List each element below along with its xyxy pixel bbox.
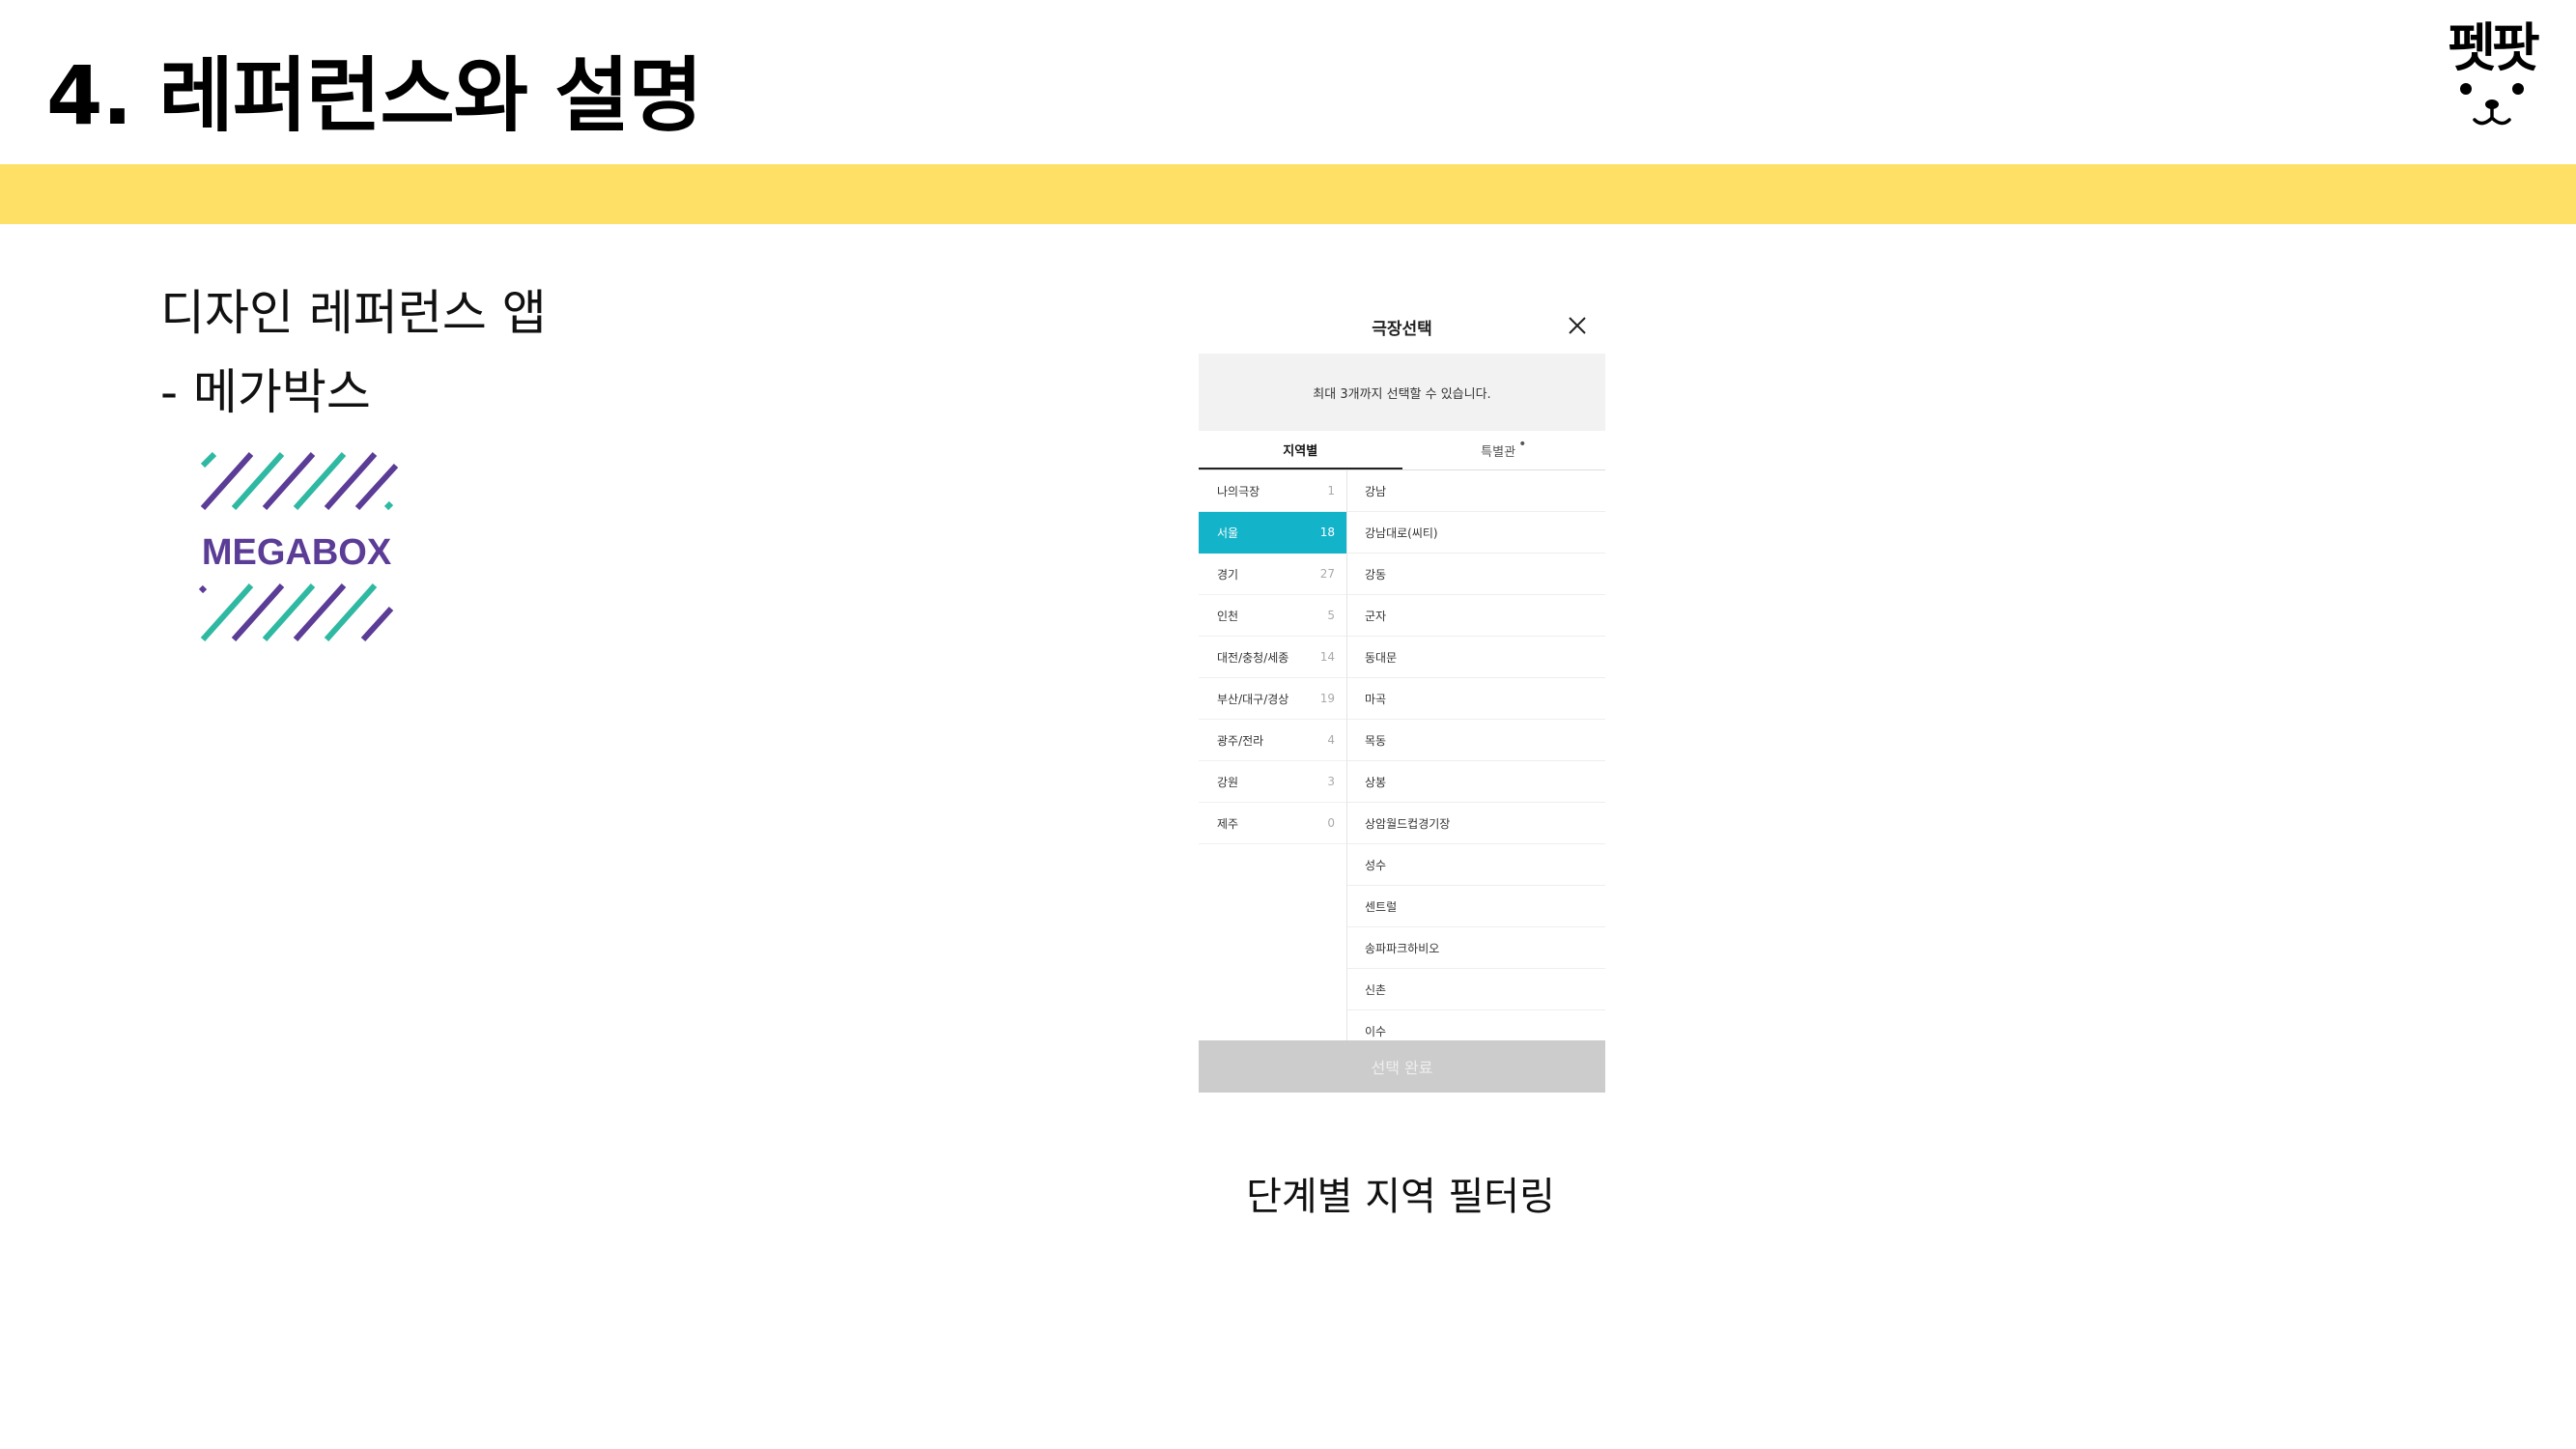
theater-item[interactable]: 마곡 [1347,678,1605,720]
reference-subtitle: - 메가박스 [160,364,371,420]
dog-face-icon [2460,83,2524,126]
region-name: 경기 [1217,567,1239,582]
theater-item[interactable]: 강남 [1347,470,1605,512]
accent-bar [0,164,2576,224]
theater-item[interactable]: 이수 [1347,1010,1605,1040]
tab-bar: 지역별 특별관 • [1199,431,1605,470]
region-name: 강원 [1217,775,1239,789]
theater-item[interactable]: 목동 [1347,720,1605,761]
region-item[interactable]: 경기 27 [1199,554,1346,595]
tab-special-label: 특별관 [1481,444,1516,460]
region-item[interactable]: 나의극장 1 [1199,470,1346,512]
region-count: 19 [1319,692,1335,705]
region-count: 0 [1327,816,1335,830]
theater-item[interactable]: 상봉 [1347,761,1605,803]
screen-title: 극장선택 [1372,320,1432,339]
region-list: 나의극장 1 서울 18 경기 27 인천 5 대전/충청/세종 14 부산/대구/경상 1… [1199,470,1347,1040]
reference-title: 디자인 레퍼런스 앱 [160,285,547,341]
region-count: 4 [1327,733,1335,747]
tab-region[interactable]: 지역별 [1199,431,1402,469]
selection-body: 나의극장 1 서울 18 경기 27 인천 5 대전/충청/세종 14 부산/대구/경상 1… [1199,470,1605,1040]
region-item[interactable]: 강원 3 [1199,761,1346,803]
logo-text: 펫팟 [2448,17,2539,78]
region-name: 대전/충청/세종 [1217,650,1289,665]
theater-select-screen: 극장선택 최대 3개까지 선택할 수 있습니다. 지역별 특별관 • 나의극장 1 … [1199,296,1605,1097]
region-item-selected[interactable]: 서울 18 [1199,512,1346,554]
region-name: 서울 [1217,526,1239,540]
confirm-button[interactable]: 선택 완료 [1199,1040,1605,1093]
tab-region-label: 지역별 [1283,443,1318,459]
region-count: 1 [1327,484,1335,497]
selection-notice: 최대 3개까지 선택할 수 있습니다. [1199,354,1605,431]
region-item[interactable]: 부산/대구/경상 19 [1199,678,1346,720]
new-dot-icon: • [1518,437,1527,452]
region-item[interactable]: 광주/전라 4 [1199,720,1346,761]
theater-item[interactable]: 군자 [1347,595,1605,637]
megabox-logo: MEGABOX [193,446,401,649]
petpot-logo: 펫팟 [2434,17,2550,139]
region-item[interactable]: 제주 0 [1199,803,1346,844]
theater-item[interactable]: 센트럴 [1347,886,1605,927]
region-count: 5 [1327,609,1335,622]
region-name: 인천 [1217,609,1239,623]
region-item[interactable]: 대전/충청/세종 14 [1199,637,1346,678]
region-count: 14 [1319,650,1335,664]
screen-header: 극장선택 [1199,296,1605,354]
theater-list: 강남 강남대로(씨티) 강동 군자 동대문 마곡 목동 상봉 상암월드컵경기장 … [1347,470,1605,1040]
close-icon[interactable] [1567,315,1588,336]
region-name: 광주/전라 [1217,733,1264,748]
region-item[interactable]: 인천 5 [1199,595,1346,637]
screen-caption: 단계별 지역 필터링 [1246,1175,1555,1219]
slide-title: 4. 레퍼런스와 설명 [46,48,703,143]
theater-item[interactable]: 송파파크하비오 [1347,927,1605,969]
theater-item[interactable]: 강동 [1347,554,1605,595]
region-count: 18 [1319,526,1335,539]
theater-item[interactable]: 강남대로(씨티) [1347,512,1605,554]
megabox-stripes-icon: MEGABOX [198,451,399,642]
theater-item[interactable]: 성수 [1347,844,1605,886]
region-name: 제주 [1217,816,1239,831]
region-count: 3 [1327,775,1335,788]
tab-special[interactable]: 특별관 • [1402,431,1606,469]
theater-item[interactable]: 동대문 [1347,637,1605,678]
region-name: 부산/대구/경상 [1217,692,1289,706]
region-count: 27 [1319,567,1335,581]
megabox-wordmark: MEGABOX [202,532,392,573]
region-name: 나의극장 [1217,484,1260,498]
theater-item[interactable]: 신촌 [1347,969,1605,1010]
theater-item[interactable]: 상암월드컵경기장 [1347,803,1605,844]
